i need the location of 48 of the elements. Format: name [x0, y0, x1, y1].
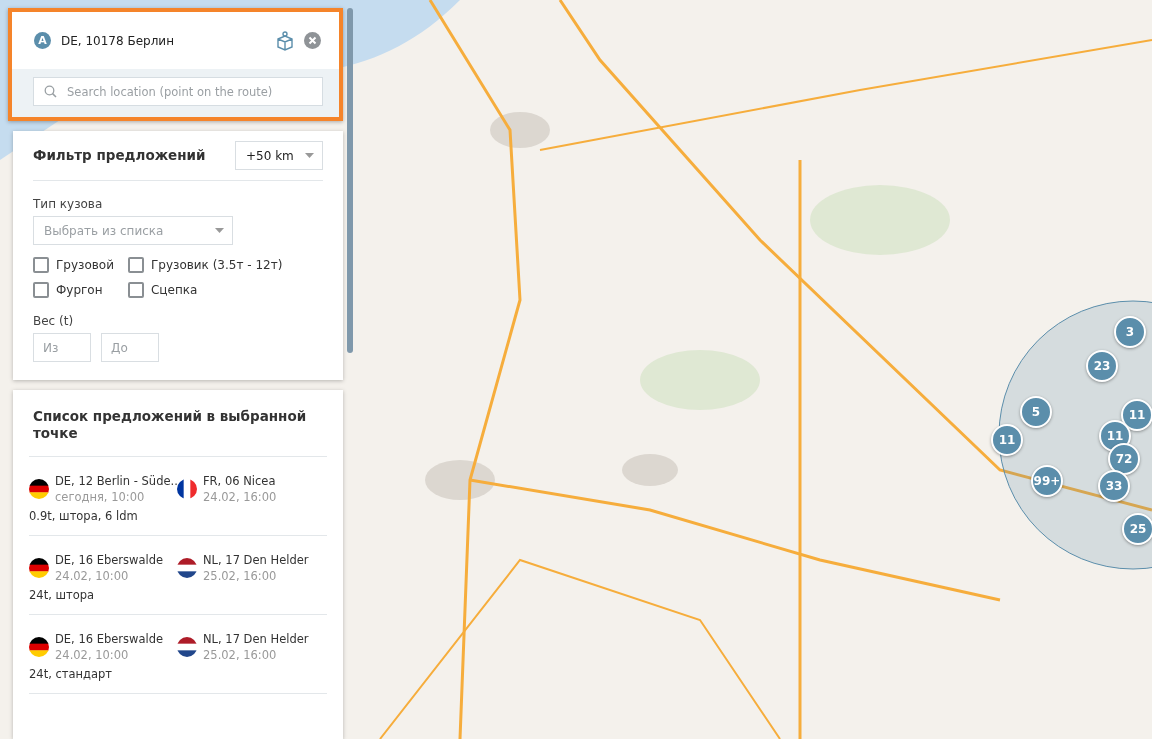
package-icon[interactable]	[276, 30, 294, 51]
time-text: сегодня, 10:00	[55, 488, 146, 505]
time-text: 25.02, 16:00	[203, 646, 278, 663]
place-text: DE, 12 Berlin - Süde...	[55, 472, 182, 489]
offer-details: 0.9t, штора, 6 ldm	[29, 508, 139, 523]
flag-icon	[29, 636, 49, 657]
offer-item[interactable]: DE, 12 Berlin - Süde... сегодня, 10:00 FR, 06 Nicea 24.02, 16:00 0.9t, штора, 6 ldm	[29, 456, 327, 536]
offer-item[interactable]: DE, 16 Eberswalde 24.02, 10:00 NL, 17 Den Helder 25.02, 16:00 24t, штора	[29, 535, 327, 615]
checkbox-option[interactable]: Грузовик (3.5т - 12т)	[128, 257, 283, 273]
point-badge: A	[34, 32, 51, 49]
search-icon	[44, 85, 57, 98]
flag-icon	[29, 557, 49, 578]
offer-item[interactable]: DE, 16 Eberswalde 24.02, 10:00 NL, 17 Den Helder 25.02, 16:00 24t, стандарт	[29, 614, 327, 694]
weight-from-field[interactable]: Из	[33, 333, 91, 362]
caret-icon	[215, 228, 224, 233]
caret-icon	[305, 153, 314, 158]
weight-to-field[interactable]: До	[101, 333, 159, 362]
filter-title: Фильтр предложений	[33, 147, 206, 164]
checkbox[interactable]	[33, 257, 49, 273]
address-text: DE, 10178 Берлин	[61, 33, 175, 48]
place-text: DE, 16 Eberswalde	[55, 630, 164, 647]
time-text: 24.02, 16:00	[203, 488, 277, 505]
checkbox-option[interactable]: Грузовой	[33, 257, 114, 273]
body-type-dropdown[interactable]: Выбрать из списка	[33, 216, 233, 245]
place-text: NL, 17 Den Helder	[203, 630, 309, 647]
time-text: 24.02, 10:00	[55, 646, 130, 663]
field-label: Вес (t)	[33, 314, 75, 328]
checkbox-option[interactable]: Сцепка	[128, 282, 283, 298]
field-label: Тип кузова	[33, 197, 104, 211]
offer-details: 24t, стандарт	[29, 666, 114, 681]
time-text: 24.02, 10:00	[55, 567, 130, 584]
place-text: FR, 06 Nicea	[203, 472, 277, 489]
offer-details: 24t, штора	[29, 587, 96, 602]
search-field[interactable]: Search location (point on the route)	[33, 77, 323, 106]
time-text: 25.02, 16:00	[203, 567, 278, 584]
checkbox-option[interactable]: Фургон	[33, 282, 114, 298]
checkbox[interactable]	[128, 257, 144, 273]
flag-icon	[177, 636, 197, 657]
radius-dropdown[interactable]: +50 km	[235, 141, 323, 170]
place-text: NL, 17 Den Helder	[203, 551, 309, 568]
close-icon[interactable]	[304, 32, 321, 49]
offers-title: Список предложений в выбранной точке	[33, 408, 308, 442]
place-text: DE, 16 Eberswalde	[55, 551, 164, 568]
flag-icon	[29, 478, 49, 499]
scrollbar[interactable]	[347, 8, 353, 353]
checkbox[interactable]	[128, 282, 144, 298]
flag-icon	[177, 557, 197, 578]
checkbox[interactable]	[33, 282, 49, 298]
